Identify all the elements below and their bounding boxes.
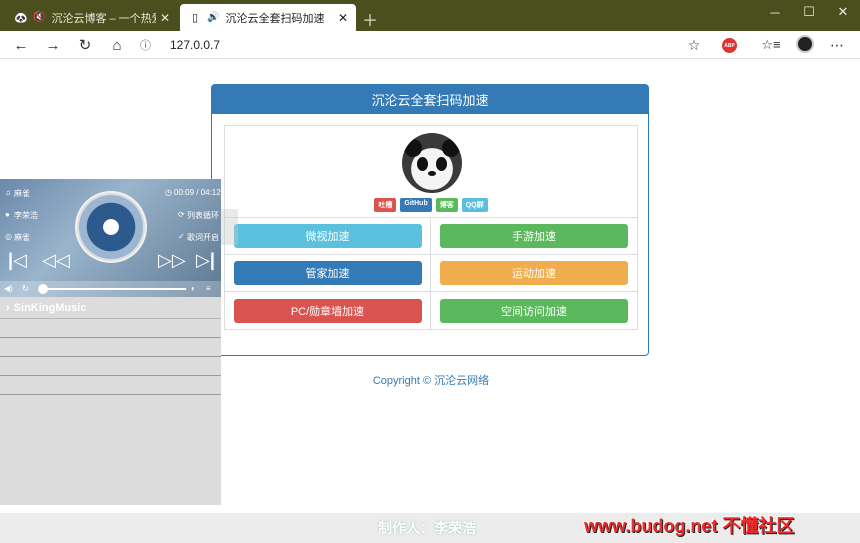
favorite-star-icon[interactable]: ☆: [683, 34, 705, 56]
playlist-icon[interactable]: ≡: [206, 284, 211, 293]
list-item[interactable]: [0, 357, 221, 376]
tab-title: 沉沦云博客 – 一个热爱生活: [51, 12, 155, 25]
adblock-icon[interactable]: ABP: [722, 38, 737, 53]
artist-name: 李荣浩: [14, 211, 38, 220]
site-watermark: www.budog.net 不懂社区: [584, 516, 795, 536]
album-cover: [75, 191, 147, 263]
next-icon[interactable]: ▷▷: [158, 250, 186, 271]
loop-mode[interactable]: 列表循环: [187, 210, 219, 221]
playlist-panel: › SinKingMusic: [0, 297, 221, 505]
more-menu-icon[interactable]: ⋯: [826, 34, 848, 56]
new-tab-icon[interactable]: ＋: [362, 7, 378, 31]
skip-start-icon[interactable]: |◁: [8, 250, 27, 271]
list-item[interactable]: [0, 376, 221, 395]
button-grid: 微视加速 手游加速 管家加速 运动加速 PC/勋章墙加速 空间访问加速: [225, 218, 637, 329]
favorites-list-icon[interactable]: ☆≡: [760, 34, 782, 56]
volume-icon[interactable]: ◀): [4, 284, 13, 293]
close-tab-icon[interactable]: ✕: [338, 11, 348, 25]
speedup-panel: 沉沦云全套扫码加速 吐槽 GitHub 博客 QQ群 微视加速 手游加速 管家加…: [211, 84, 649, 356]
pc-medal-speedup-button[interactable]: PC/勋章墙加速: [233, 298, 422, 323]
user-icon: ●: [5, 210, 10, 219]
badge-qq-group[interactable]: QQ群: [461, 198, 488, 212]
music-note-icon: ♫: [5, 188, 11, 197]
minimize-icon[interactable]: ─: [758, 0, 792, 24]
panda-avatar: [402, 133, 462, 193]
tab-title: 沉沦云全套扫码加速: [225, 12, 325, 25]
list-item[interactable]: [0, 319, 221, 338]
badge-feedback[interactable]: 吐槽: [374, 198, 397, 212]
song-title: 麻雀: [14, 189, 30, 198]
panda-favicon-icon: 🐼: [14, 12, 28, 24]
chevron-right-icon: ›: [6, 301, 10, 314]
maximize-icon[interactable]: ☐: [792, 0, 826, 24]
panel-body: 吐槽 GitHub 博客 QQ群 微视加速 手游加速 管家加速 运动加速 PC/…: [224, 125, 638, 330]
manager-speedup-button[interactable]: 管家加速: [233, 261, 422, 285]
album-icon: ◎: [5, 232, 12, 241]
speaker-icon[interactable]: 🔊: [207, 12, 219, 23]
mobile-game-speedup-button[interactable]: 手游加速: [440, 224, 628, 248]
avatar-row: 吐槽 GitHub 博客 QQ群: [225, 126, 637, 218]
home-icon[interactable]: ⌂: [106, 34, 128, 56]
navigation-bar: ← → ↻ ⌂ ⓘ 127.0.0.7 ☆ ABP ☆≡ ⋯: [0, 31, 860, 59]
profile-avatar[interactable]: [796, 35, 814, 53]
repeat-icon[interactable]: ↻: [22, 284, 29, 293]
progress-row: ◀) ↻ ◐ ≡: [0, 281, 221, 297]
panel-title: 沉沦云全套扫码加速: [212, 85, 648, 114]
sport-speedup-button[interactable]: 运动加速: [440, 261, 628, 285]
album-name: 麻雀: [14, 233, 30, 242]
badge-github[interactable]: GitHub: [400, 198, 432, 212]
list-item[interactable]: [0, 338, 221, 357]
forward-icon[interactable]: →: [42, 34, 64, 56]
skip-end-icon[interactable]: ▷|: [196, 250, 215, 271]
tab-strip: 🐼 🔇 沉沦云博客 – 一个热爱生活 ✕ ▯ 🔊 沉沦云全套扫码加速 ✕ ＋ ─…: [0, 0, 860, 31]
loop-icon[interactable]: ⟳: [178, 210, 185, 219]
close-tab-icon[interactable]: ✕: [160, 11, 170, 25]
copyright-text: Copyright © 沉沦云网络: [372, 375, 490, 387]
player-toggle-tab[interactable]: [221, 209, 238, 245]
lyrics-check-icon[interactable]: ✓: [178, 232, 185, 241]
previous-icon[interactable]: ◁◁: [42, 250, 70, 271]
qzone-visit-speedup-button[interactable]: 空间访问加速: [440, 298, 628, 323]
tab-speedup[interactable]: ▯ 🔊 沉沦云全套扫码加速 ✕: [180, 4, 356, 31]
playlist-title: SinKingMusic: [13, 301, 87, 314]
clock-icon: ◷: [165, 188, 172, 197]
playlist-header[interactable]: › SinKingMusic: [0, 297, 221, 319]
refresh-icon[interactable]: ↻: [74, 34, 96, 56]
time-display: 00:09 / 04:12: [174, 188, 221, 197]
muted-speaker-icon[interactable]: 🔇: [33, 12, 45, 23]
badge-blog[interactable]: 博客: [435, 198, 458, 212]
progress-knob[interactable]: [38, 284, 48, 294]
tab-blog[interactable]: 🐼 🔇 沉沦云博客 – 一个热爱生活 ✕: [6, 4, 178, 31]
close-window-icon[interactable]: ✕: [826, 0, 860, 24]
info-icon[interactable]: ⓘ: [140, 37, 158, 53]
url-text[interactable]: 127.0.0.7: [170, 38, 220, 52]
address-bar[interactable]: ⓘ 127.0.0.7: [140, 34, 710, 56]
lyrics-status[interactable]: 歌词开启: [187, 232, 219, 243]
player-header: ♫ 麻雀 ◷ 00:09 / 04:12 ● 李荣浩 ⟳ 列表循环 ◎ 麻雀 ✓…: [0, 179, 221, 297]
progress-bar[interactable]: [42, 288, 186, 290]
link-badges: 吐槽 GitHub 博客 QQ群: [225, 198, 637, 212]
author-credit: 制作人：李荣浩: [378, 520, 476, 536]
toggle-icon[interactable]: ◐: [191, 284, 196, 293]
music-player: ♫ 麻雀 ◷ 00:09 / 04:12 ● 李荣浩 ⟳ 列表循环 ◎ 麻雀 ✓…: [0, 179, 238, 505]
page-icon: ▯: [191, 12, 199, 24]
back-icon[interactable]: ←: [10, 34, 32, 56]
weishi-speedup-button[interactable]: 微视加速: [233, 224, 422, 248]
